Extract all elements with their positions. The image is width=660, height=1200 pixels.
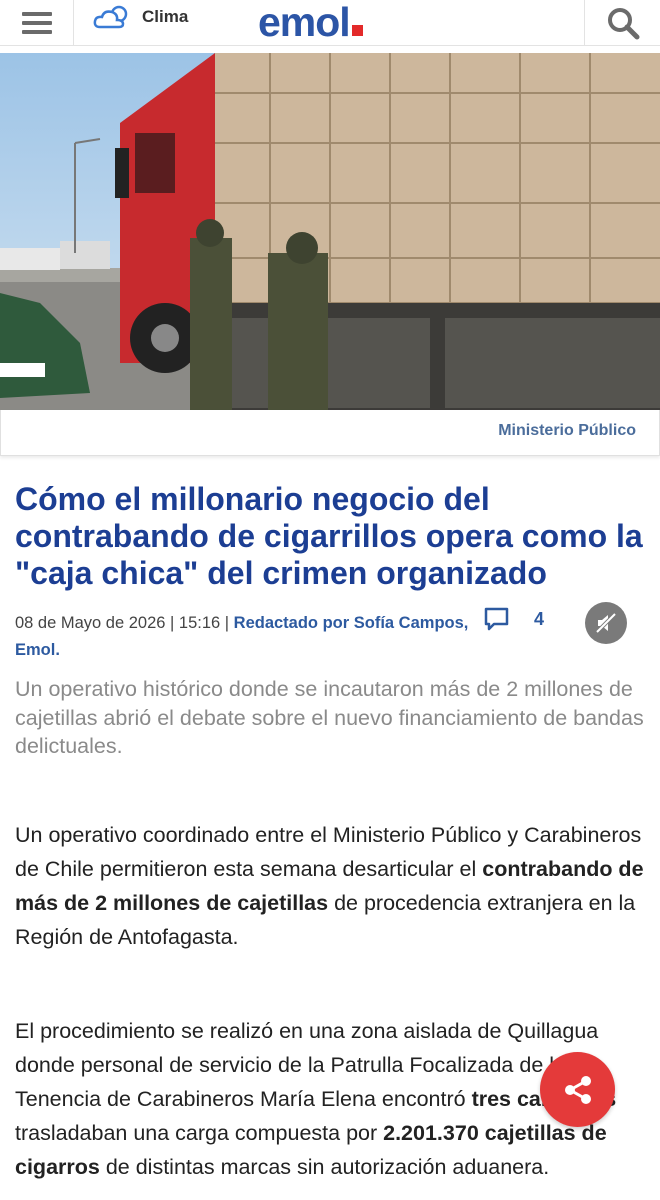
share-button[interactable] <box>540 1052 615 1127</box>
share-icon <box>564 1075 591 1104</box>
logo-dot <box>351 25 363 36</box>
search-icon <box>607 8 639 40</box>
comments-link[interactable]: 4 <box>484 606 544 632</box>
article-date: 08 de Mayo de 2026 | 15:16 | <box>15 614 234 632</box>
audio-mute-button[interactable] <box>585 602 627 644</box>
top-header: Clima emol <box>0 0 660 46</box>
logo-text: emol <box>258 0 351 45</box>
body-paragraph-1: Un operativo coordinado entre el Ministe… <box>15 823 644 949</box>
article-meta: 08 de Mayo de 2026 | 15:16 | Redactado p… <box>15 610 475 664</box>
weather-link[interactable]: Clima <box>92 2 188 32</box>
image-caption: Ministerio Público <box>498 422 636 439</box>
hero-image <box>0 53 660 410</box>
menu-button[interactable] <box>0 0 74 46</box>
weather-label: Clima <box>142 7 189 26</box>
comment-icon <box>484 607 509 631</box>
article-title: Cómo el millonario negocio del contraban… <box>15 481 643 591</box>
speaker-off-icon <box>595 612 617 634</box>
image-caption-box: Ministerio Público <box>0 410 660 456</box>
search-button[interactable] <box>584 0 660 46</box>
article-summary: Un operativo histórico donde se incautar… <box>15 677 644 758</box>
comment-count: 4 <box>534 608 545 629</box>
hamburger-icon <box>21 12 52 16</box>
cloud-sun-icon <box>93 5 128 29</box>
emol-logo[interactable]: emol <box>258 0 363 44</box>
